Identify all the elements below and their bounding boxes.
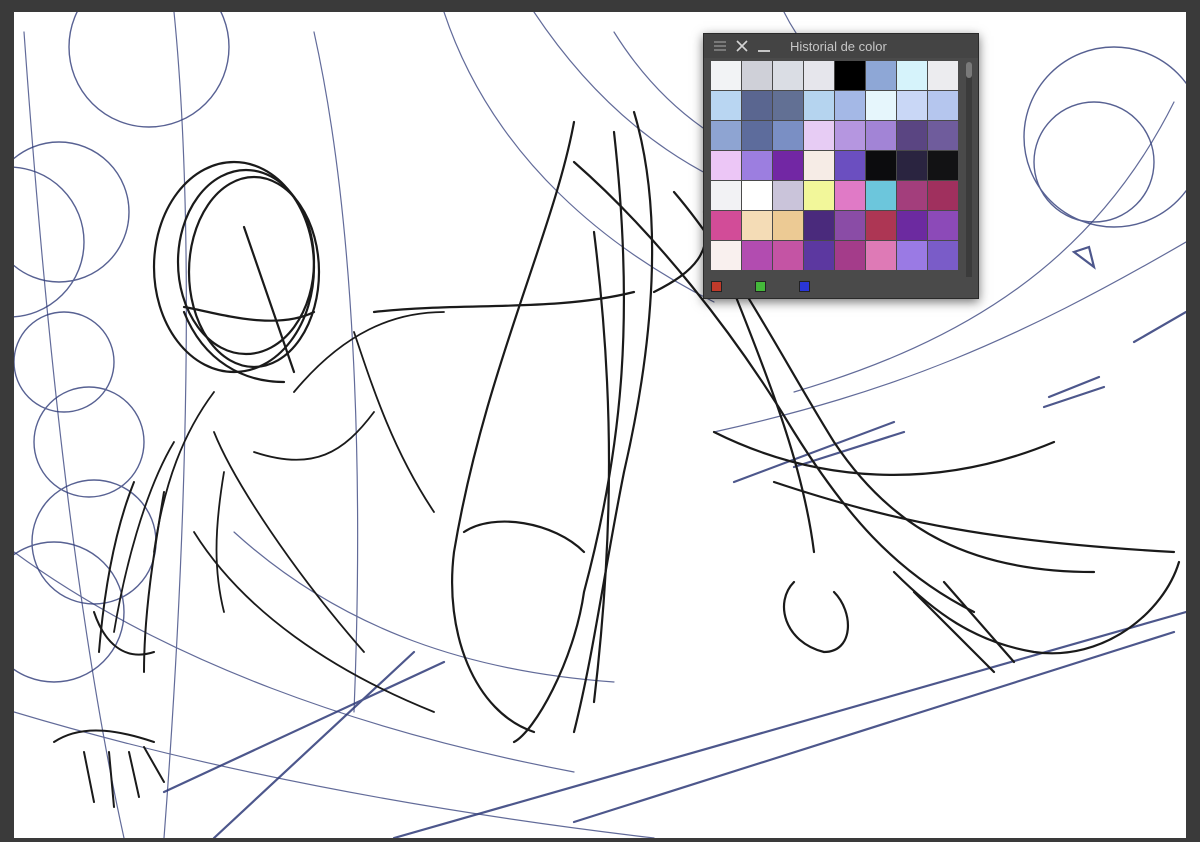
color-swatch[interactable] (897, 121, 927, 150)
color-swatch[interactable] (928, 181, 958, 210)
swatch-scrollbar[interactable] (966, 62, 972, 297)
menu-icon[interactable] (711, 37, 729, 55)
color-swatch[interactable] (804, 61, 834, 90)
color-swatch[interactable] (897, 91, 927, 120)
color-swatch[interactable] (804, 91, 834, 120)
figure-torso (113, 311, 445, 713)
color-swatch[interactable] (773, 181, 803, 210)
color-swatch[interactable] (897, 241, 927, 270)
color-swatch[interactable] (835, 121, 865, 150)
color-swatch[interactable] (711, 61, 741, 90)
color-swatch[interactable] (835, 61, 865, 90)
guide-circles (14, 12, 1186, 683)
color-swatch[interactable] (742, 181, 772, 210)
color-swatch[interactable] (773, 121, 803, 150)
color-swatch[interactable] (866, 211, 896, 240)
color-swatch[interactable] (866, 91, 896, 120)
color-swatch[interactable] (711, 241, 741, 270)
figure-arm (53, 481, 165, 808)
red-channel-chip[interactable] (711, 281, 722, 292)
panel-title: Historial de color (790, 39, 887, 54)
color-swatch[interactable] (711, 91, 741, 120)
color-swatch[interactable] (928, 151, 958, 180)
color-swatch[interactable] (742, 91, 772, 120)
color-swatch[interactable] (804, 151, 834, 180)
color-swatch[interactable] (928, 91, 958, 120)
color-swatch[interactable] (711, 121, 741, 150)
color-swatch-grid (711, 61, 963, 301)
color-swatch[interactable] (711, 151, 741, 180)
color-swatch[interactable] (742, 151, 772, 180)
color-swatch[interactable] (804, 241, 834, 270)
color-swatch[interactable] (804, 211, 834, 240)
scrollbar-thumb[interactable] (966, 62, 972, 78)
color-swatch[interactable] (866, 241, 896, 270)
color-swatch[interactable] (711, 211, 741, 240)
drawing-canvas[interactable] (14, 12, 1186, 838)
color-swatch[interactable] (742, 61, 772, 90)
color-swatch[interactable] (742, 241, 772, 270)
color-swatch[interactable] (897, 181, 927, 210)
color-history-panel[interactable]: Historial de color (703, 33, 979, 299)
guide-lines (162, 245, 1186, 838)
color-swatch[interactable] (866, 181, 896, 210)
color-swatch[interactable] (742, 211, 772, 240)
color-swatch[interactable] (835, 181, 865, 210)
guide-arcs (14, 12, 1186, 838)
close-icon[interactable] (733, 37, 751, 55)
color-swatch[interactable] (804, 121, 834, 150)
color-swatch[interactable] (928, 121, 958, 150)
color-swatch[interactable] (773, 211, 803, 240)
color-swatch[interactable] (835, 241, 865, 270)
color-swatch[interactable] (897, 211, 927, 240)
color-swatch[interactable] (773, 91, 803, 120)
green-channel-chip[interactable] (755, 281, 766, 292)
color-swatch[interactable] (835, 211, 865, 240)
color-swatch[interactable] (928, 241, 958, 270)
sketch-layer (14, 12, 1186, 838)
color-swatch[interactable] (866, 121, 896, 150)
minimize-icon[interactable] (755, 37, 773, 55)
color-swatch[interactable] (742, 121, 772, 150)
color-swatch[interactable] (773, 61, 803, 90)
color-swatch[interactable] (835, 91, 865, 120)
color-swatch[interactable] (773, 151, 803, 180)
figure-head (152, 160, 321, 384)
color-swatch[interactable] (866, 61, 896, 90)
panel-titlebar[interactable]: Historial de color (704, 34, 978, 58)
color-swatch[interactable] (866, 151, 896, 180)
panel-footer (704, 277, 978, 298)
color-swatch[interactable] (804, 181, 834, 210)
blue-channel-chip[interactable] (799, 281, 810, 292)
color-swatch[interactable] (897, 151, 927, 180)
color-swatch[interactable] (928, 211, 958, 240)
color-swatch[interactable] (773, 241, 803, 270)
color-swatch[interactable] (835, 151, 865, 180)
color-swatch[interactable] (928, 61, 958, 90)
color-swatch[interactable] (897, 61, 927, 90)
color-swatch[interactable] (711, 181, 741, 210)
